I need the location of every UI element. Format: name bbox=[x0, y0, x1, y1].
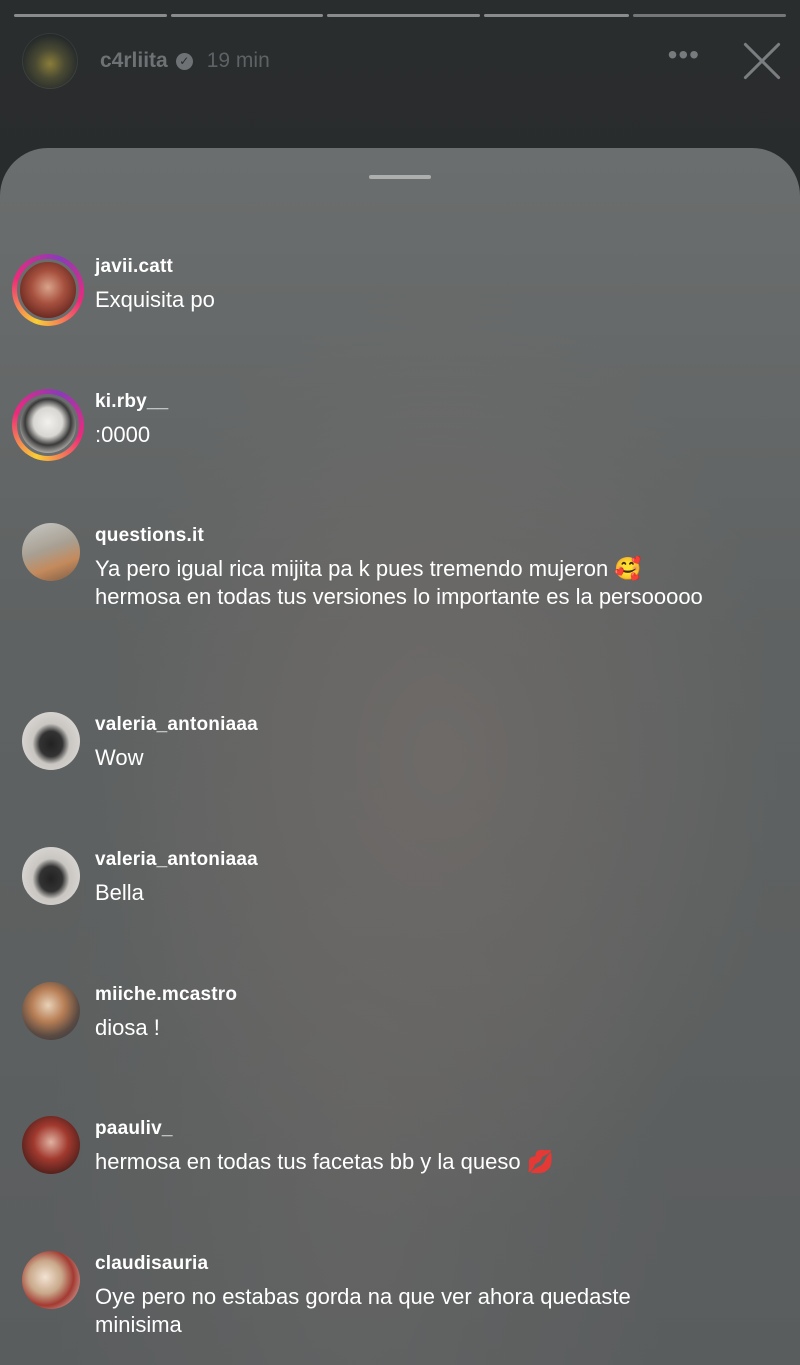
reply-text: Wow bbox=[95, 745, 144, 770]
reply-username[interactable]: valeria_antoniaaa bbox=[95, 714, 258, 736]
story-header: c4rliita ✓ 19 min ••• bbox=[22, 30, 784, 92]
verified-badge-icon: ✓ bbox=[175, 52, 193, 70]
reply-text: Bella bbox=[95, 880, 144, 905]
story-replies-screen: c4rliita ✓ 19 min ••• javii.catt Exquisi… bbox=[0, 0, 800, 1365]
reply-username[interactable]: miiche.mcastro bbox=[95, 984, 237, 1006]
avatar-container[interactable] bbox=[22, 847, 80, 905]
story-ring[interactable] bbox=[12, 389, 84, 461]
avatar bbox=[22, 1251, 80, 1309]
reply-username[interactable]: questions.it bbox=[95, 525, 204, 547]
avatar-container[interactable] bbox=[22, 712, 80, 770]
reply-username[interactable]: ki.rby__ bbox=[95, 391, 168, 413]
reply-text: Oye pero no estabas gorda na que ver aho… bbox=[95, 1284, 631, 1337]
avatar bbox=[22, 1116, 80, 1174]
avatar-container[interactable] bbox=[22, 1116, 80, 1174]
more-horizontal-icon[interactable]: ••• bbox=[668, 41, 700, 69]
story-ring[interactable] bbox=[12, 254, 84, 326]
reply-text: diosa ! bbox=[95, 1015, 160, 1040]
sheet-drag-handle[interactable] bbox=[369, 175, 431, 179]
progress-segment bbox=[633, 14, 787, 17]
avatar bbox=[22, 523, 80, 581]
reply-text: :0000 bbox=[95, 422, 151, 447]
reply-username[interactable]: paauliv_ bbox=[95, 1118, 173, 1140]
reply-username[interactable]: claudisauria bbox=[95, 1253, 208, 1275]
story-timestamp: 19 min bbox=[206, 49, 270, 72]
progress-segment bbox=[170, 14, 324, 17]
close-icon[interactable] bbox=[740, 39, 784, 83]
reply-text: hermosa en todas tus facetas bb y la que… bbox=[95, 1149, 555, 1174]
story-owner-username[interactable]: c4rliita bbox=[100, 49, 168, 73]
reply-username[interactable]: javii.catt bbox=[95, 256, 173, 278]
avatar-container[interactable] bbox=[22, 1251, 80, 1309]
avatar bbox=[22, 847, 80, 905]
reply-username[interactable]: valeria_antoniaaa bbox=[95, 849, 258, 871]
avatar bbox=[22, 982, 80, 1040]
progress-segment bbox=[327, 14, 481, 17]
avatar-container[interactable] bbox=[22, 982, 80, 1040]
avatar bbox=[17, 394, 79, 456]
reply-text: Exquisita po bbox=[95, 287, 215, 312]
progress-segment bbox=[14, 14, 167, 17]
progress-segment bbox=[484, 14, 630, 17]
story-owner-avatar[interactable] bbox=[22, 33, 78, 89]
reply-text: Ya pero igual rica mijita pa k pues trem… bbox=[95, 556, 703, 609]
avatar bbox=[22, 712, 80, 770]
avatar bbox=[17, 259, 79, 321]
story-progress-bar bbox=[14, 14, 787, 18]
replies-sheet: javii.catt Exquisita po ki.rby__ :0000 q… bbox=[0, 148, 800, 1365]
avatar-container[interactable] bbox=[22, 523, 80, 581]
